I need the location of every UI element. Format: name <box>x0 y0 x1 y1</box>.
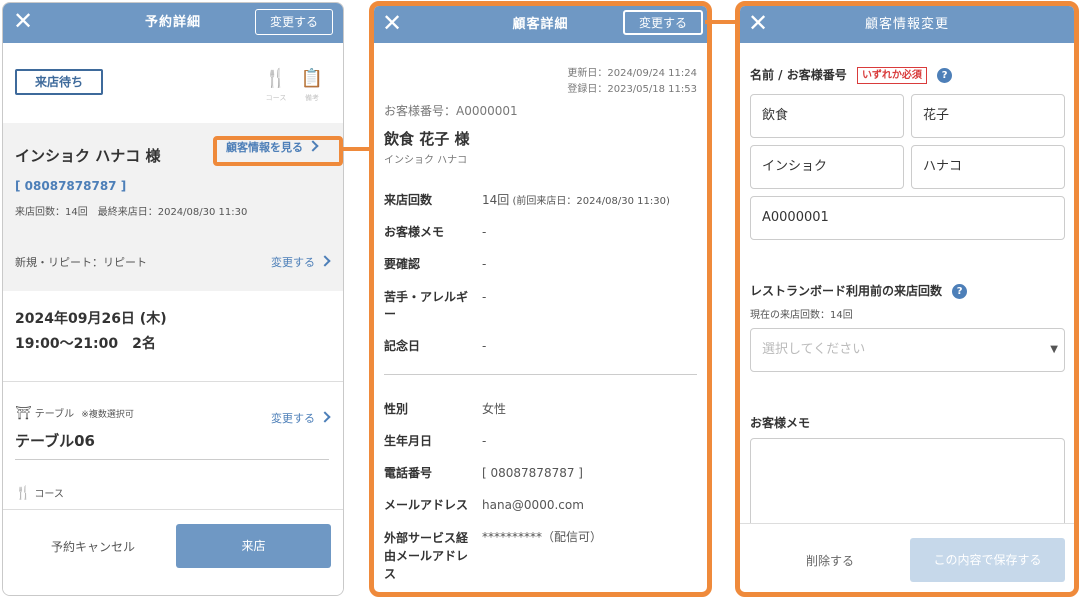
course-row: 🍴 コース <box>15 486 64 501</box>
memo-value: - <box>482 225 487 239</box>
external-email-key: 外部サービス経由メールアドレス <box>384 531 469 581</box>
visit-info: 来店回数：14回 最終来店日：2024/08/30 11:30 <box>15 207 248 218</box>
customer-edit-header: ✕ 顧客情報変更 <box>740 6 1074 43</box>
table-icon: ⛩ <box>15 406 32 421</box>
customer-change-button[interactable]: 変更する <box>622 10 703 35</box>
repeat-row: 新規・リピート：リピート 変更する <box>3 243 343 291</box>
birthday-value: - <box>482 434 487 448</box>
gender-key: 性別 <box>384 402 409 416</box>
repeat-label: 新規・リピート：リピート <box>15 256 147 269</box>
customer-edit-panel: ✕ 顧客情報変更 名前 / お客様番号 いずれか必須 ? 飲食 花子 インショク… <box>735 1 1079 597</box>
phone-key: 電話番号 <box>384 466 433 480</box>
visit-count-value: 14回 (前回来店日：2024/08/30 11:30) <box>482 193 670 207</box>
connector-line <box>339 147 373 151</box>
email-key: メールアドレス <box>384 498 469 512</box>
anniversary-key: 記念日 <box>384 339 421 353</box>
course-icon: 🍴 コース <box>264 68 288 103</box>
status-button[interactable]: 来店待ち <box>15 69 103 95</box>
connector-line <box>705 20 739 24</box>
visit-section-label: レストランボード利用前の来店回数 ? <box>750 282 968 299</box>
reservation-footer: 予約キャンセル 来店 <box>3 509 343 595</box>
customer-name: 飲食 花子 様 <box>384 130 470 148</box>
dates: 更新日：2024/09/24 11:24 登録日：2023/05/18 11:5… <box>567 66 697 98</box>
first-kana-input[interactable]: ハナコ <box>911 145 1065 189</box>
current-visit-count: 現在の来店回数：14回 <box>750 310 853 321</box>
required-badge: いずれか必須 <box>856 67 927 84</box>
phone-value[interactable]: [ 08087878787 ] <box>482 465 583 482</box>
memo-section-label: お客様メモ <box>750 416 811 430</box>
customer-detail-header: ✕ 顧客詳細 変更する <box>374 6 707 43</box>
check-key: 要確認 <box>384 257 421 271</box>
save-button[interactable]: この内容で保存する <box>910 538 1065 582</box>
fork-knife-icon: 🍴 <box>15 486 32 501</box>
allergy-value: - <box>482 290 487 304</box>
email-value[interactable]: hana@0000.com <box>482 497 584 514</box>
table-label-row: ⛩ テーブル ※複数選択可 <box>15 406 134 421</box>
anniversary-value: - <box>482 339 487 353</box>
visit-count-key: 来店回数 <box>384 193 433 207</box>
divider <box>384 374 697 375</box>
gender-value: 女性 <box>482 402 507 416</box>
reservation-detail-panel: ✕ 予約詳細 変更する 来店待ち 🍴 コース 📋 備考 インショク ハナコ 様 顧客… <box>2 2 344 596</box>
birthday-key: 生年月日 <box>384 434 433 448</box>
allergy-key: 苦手・アレルギー <box>384 290 469 321</box>
memo-key: お客様メモ <box>384 225 445 239</box>
reservation-time: 19:00～21:00 2名 <box>15 336 156 352</box>
customer-detail-panel: ✕ 顧客詳細 変更する 更新日：2024/09/24 11:24 登録日：202… <box>369 1 712 597</box>
highlight-box <box>213 136 343 166</box>
dropdown-arrow-icon: ▼ <box>1050 344 1058 355</box>
reservation-date: 2024年09月26日 (木) <box>15 311 167 327</box>
table-value: テーブル06 <box>15 432 95 450</box>
cancel-reservation-button[interactable]: 予約キャンセル <box>33 538 153 555</box>
table-change-link[interactable]: 変更する <box>271 407 331 426</box>
check-value: - <box>482 257 487 271</box>
customer-edit-title: 顧客情報変更 <box>864 17 949 32</box>
first-name-input[interactable]: 花子 <box>911 94 1065 138</box>
help-icon[interactable]: ? <box>952 284 968 299</box>
customer-number: お客様番号：A0000001 <box>384 104 518 118</box>
customer-name: インショク ハナコ 様 <box>15 147 161 165</box>
delete-button[interactable]: 削除する <box>770 552 890 569</box>
customer-kana: インショク ハナコ <box>384 155 468 166</box>
name-section-label: 名前 / お客様番号 いずれか必須 ? <box>750 66 953 84</box>
divider <box>15 459 329 460</box>
external-email-value: **********（配信可） <box>482 530 603 544</box>
reservation-header: ✕ 予約詳細 変更する <box>3 3 343 43</box>
last-name-input[interactable]: 飲食 <box>750 94 904 138</box>
edit-footer: 削除する この内容で保存する <box>740 523 1074 592</box>
last-kana-input[interactable]: インショク <box>750 145 904 189</box>
visit-button[interactable]: 来店 <box>176 524 331 568</box>
registered-date: 登録日：2023/05/18 11:53 <box>567 84 697 95</box>
memo-icon: 📋 備考 <box>300 68 324 103</box>
reservation-change-button[interactable]: 変更する <box>254 9 333 35</box>
repeat-change-link[interactable]: 変更する <box>271 251 331 270</box>
visit-count-select[interactable]: 選択してください ▼ <box>750 328 1065 372</box>
divider <box>3 381 343 382</box>
customer-number-input[interactable]: A0000001 <box>750 196 1065 240</box>
customer-phone[interactable]: [ 08087878787 ] <box>15 179 126 193</box>
updated-date: 更新日：2024/09/24 11:24 <box>567 68 697 79</box>
help-icon[interactable]: ? <box>937 68 953 83</box>
